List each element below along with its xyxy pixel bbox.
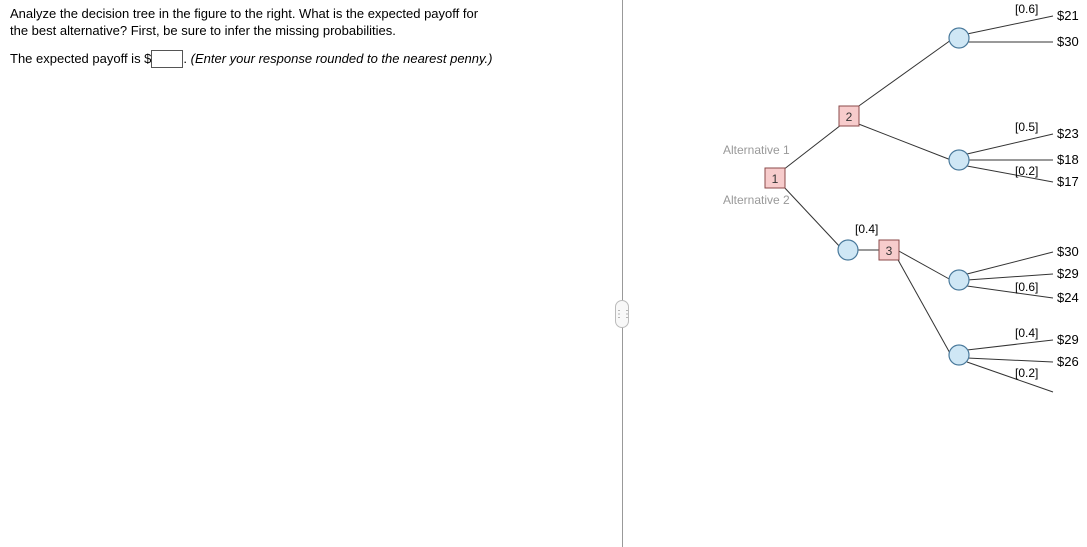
prob-midA: [0.5] [1015, 120, 1038, 134]
chance-node-a [949, 28, 969, 48]
payoff-8: $24 [1057, 290, 1079, 305]
alt1-label: Alternative 1 [723, 143, 790, 157]
prob-alt2-top: [0.4] [855, 222, 878, 236]
prob-topA: [0.6] [1015, 2, 1038, 16]
prob-lowB: [0.2] [1015, 366, 1038, 380]
node-2-label: 2 [846, 110, 853, 124]
chance-node-d [949, 345, 969, 365]
prob-midB: [0.2] [1015, 164, 1038, 178]
node-3-label: 3 [886, 244, 893, 258]
question-panel: Analyze the decision tree in the figure … [0, 0, 622, 84]
alt2-label: Alternative 2 [723, 193, 790, 207]
expected-payoff-input[interactable] [151, 50, 183, 68]
payoff-5: $17 [1057, 174, 1079, 189]
decision-tree: 1 2 3 Alternative 1 Alternative 2 [0.6] … [623, 0, 1087, 547]
chance-node-alt2 [838, 240, 858, 260]
tree-svg: 1 2 3 [623, 0, 1087, 547]
payoff-7: $29 [1057, 266, 1079, 281]
payoff-2: $30 [1057, 34, 1079, 49]
payoff-4: $18 [1057, 152, 1079, 167]
payoff-10: $26 [1057, 354, 1079, 369]
payoff-6: $30 [1057, 244, 1079, 259]
node-1-label: 1 [772, 172, 779, 186]
prob-lowA: [0.4] [1015, 326, 1038, 340]
chance-node-b [949, 150, 969, 170]
prob-botA: [0.6] [1015, 280, 1038, 294]
payoff-3: $23 [1057, 126, 1079, 141]
chance-node-c [949, 270, 969, 290]
answer-hint: (Enter your response rounded to the near… [191, 51, 493, 66]
question-text: Analyze the decision tree in the figure … [10, 6, 612, 40]
payoff-9: $29 [1057, 332, 1079, 347]
payoff-1: $21 [1057, 8, 1079, 23]
answer-line: The expected payoff is $. (Enter your re… [10, 50, 612, 68]
